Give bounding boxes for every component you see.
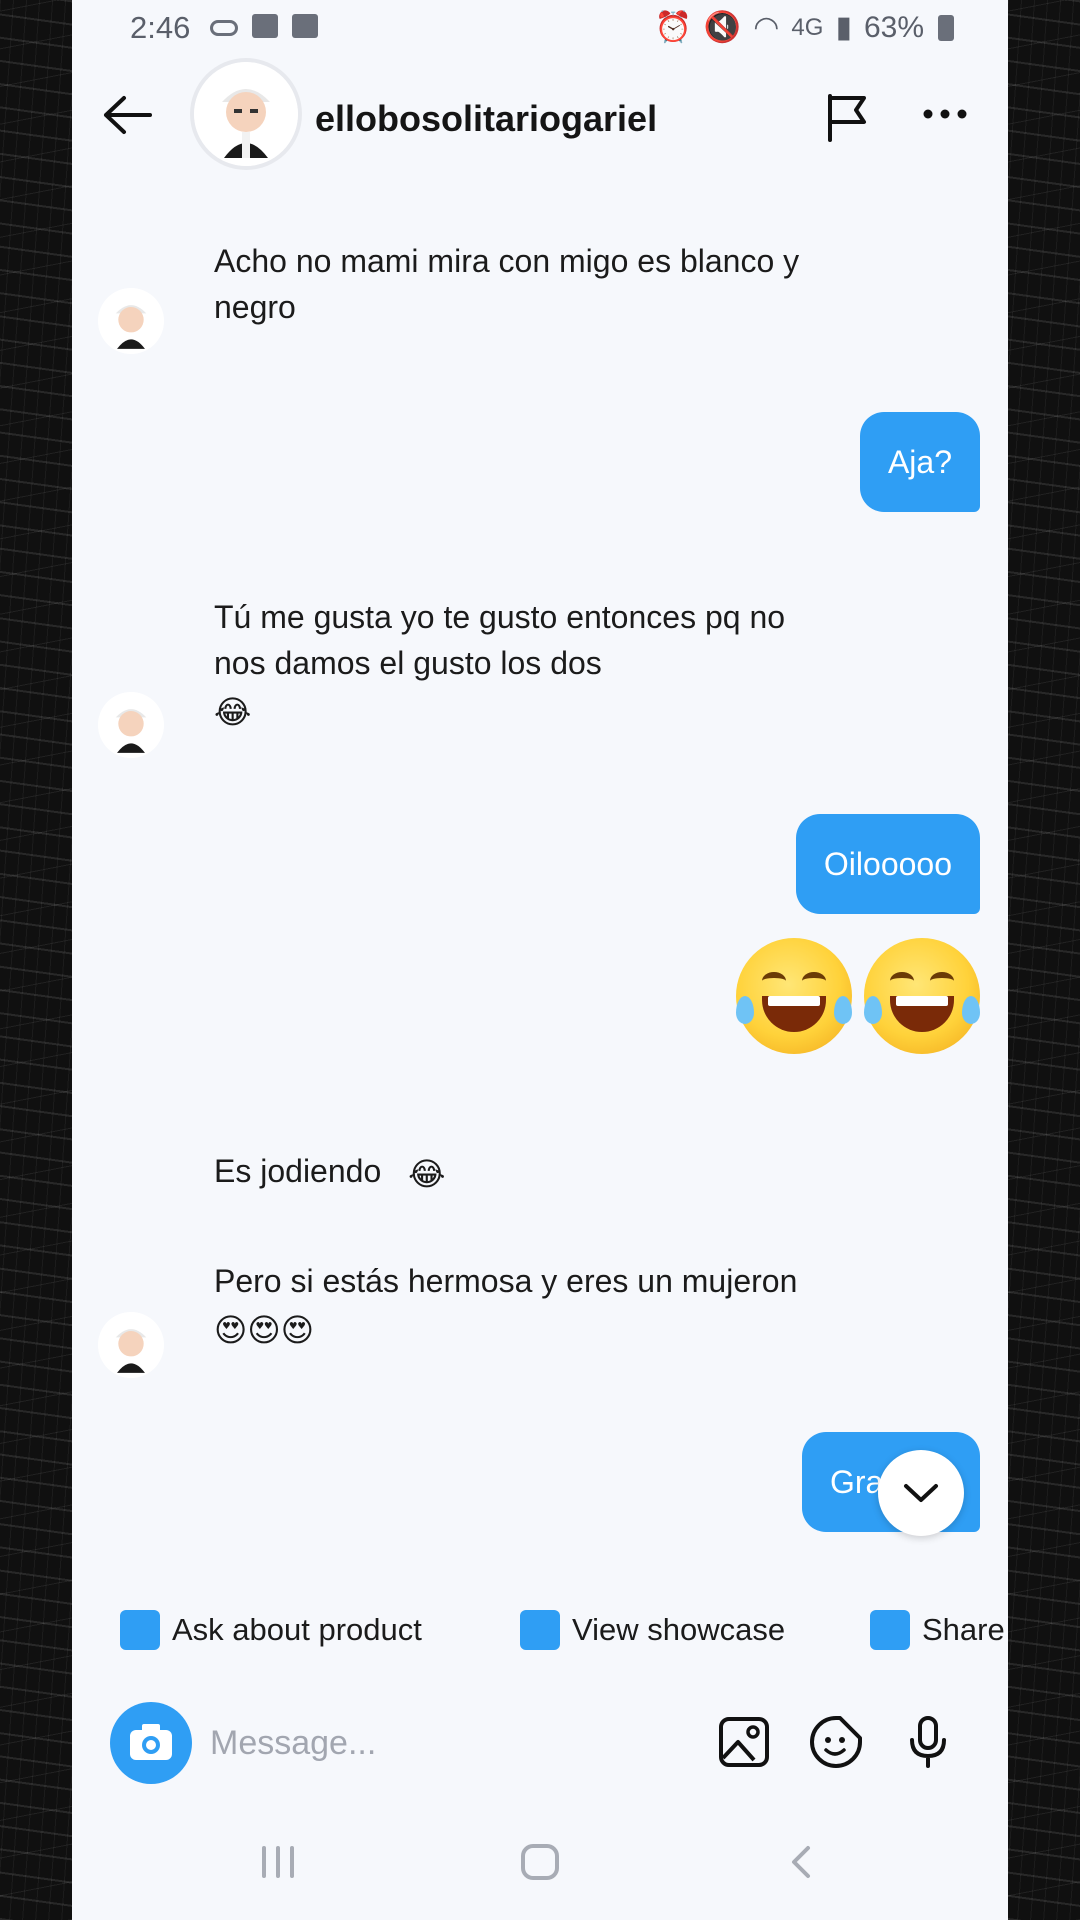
quick-action-label: Ask about product (172, 1612, 422, 1647)
microphone-icon[interactable] (900, 1714, 956, 1770)
folder-icon (252, 14, 278, 38)
voicemail-icon (210, 20, 238, 36)
message-incoming: Acho no mami mira con migo es blanco y n… (214, 238, 804, 330)
message-input[interactable]: Message... (210, 1724, 376, 1763)
quick-action-label: Share (922, 1612, 1005, 1647)
scroll-to-bottom-button[interactable] (878, 1450, 964, 1536)
status-bar: 2:46 ⏰ 🔇 ◠ 4G ▮ 63% (72, 0, 1008, 56)
more-options-icon[interactable] (920, 96, 970, 132)
recent-apps-icon[interactable] (258, 1840, 298, 1884)
sender-avatar (98, 692, 164, 758)
share-icon (870, 1610, 910, 1650)
phone-screen: 2:46 ⏰ 🔇 ◠ 4G ▮ 63% ellobosolitariogarie… (72, 0, 1008, 1920)
status-time: 2:46 (130, 10, 191, 45)
sticker-icon[interactable] (808, 1714, 864, 1770)
laughing-emoji (736, 938, 852, 1054)
signal-icon: ▮ (835, 11, 852, 44)
battery-icon (938, 14, 954, 41)
left-border-texture (0, 0, 72, 1920)
message-text: Oilooooo (823, 846, 952, 882)
ask-about-product-button[interactable]: Ask about product (120, 1610, 422, 1650)
laughing-emoji: 😂 (214, 693, 252, 730)
message-outgoing: Aja? (859, 412, 980, 512)
battery-percent: 63% (863, 10, 924, 44)
message-input-bar: Message... (72, 1700, 1008, 1790)
message-incoming: Tú me gusta yo te gusto entonces pq no n… (214, 594, 804, 735)
message-text: Tú me gusta yo te gusto entonces pq no n… (214, 599, 786, 681)
message-outgoing: Oilooooo (795, 814, 980, 914)
heart-eyes-emoji: 😍😍😍 (214, 1311, 315, 1348)
back-arrow-icon[interactable] (102, 94, 154, 136)
message-incoming: Es jodiendo 😂 (214, 1148, 804, 1197)
laughing-emoji: 😂 (408, 1155, 446, 1192)
system-back-icon[interactable] (786, 1840, 816, 1884)
sender-avatar (98, 288, 164, 354)
message-text: Gra (830, 1464, 884, 1500)
shopping-bag-icon (120, 1610, 160, 1650)
image-icon[interactable] (716, 1714, 772, 1770)
message-list[interactable]: Acho no mami mira con migo es blanco y n… (72, 182, 1008, 1562)
home-icon[interactable] (520, 1840, 560, 1884)
message-text: Acho no mami mira con migo es blanco y n… (214, 243, 800, 325)
network-type: 4G (791, 13, 824, 41)
camera-icon (130, 1724, 172, 1760)
message-text: Es jodiendo (214, 1153, 382, 1189)
camera-button[interactable] (110, 1702, 192, 1784)
laughing-emoji (864, 938, 980, 1054)
right-border-texture (1008, 0, 1080, 1920)
view-showcase-button[interactable]: View showcase (520, 1610, 785, 1650)
mute-icon: 🔇 (703, 11, 742, 44)
quick-actions-bar: Ask about product View showcase Share (72, 1598, 1008, 1662)
contact-username[interactable]: ellobosolitariogariel (315, 98, 657, 140)
chat-header: ellobosolitariogariel (72, 56, 1008, 182)
gallery-icon (292, 14, 318, 38)
message-incoming: Pero si estás hermosa y eres un mujeron … (214, 1258, 804, 1353)
contact-avatar[interactable] (194, 62, 298, 166)
quick-action-label: View showcase (572, 1612, 786, 1647)
message-text: Aja? (887, 444, 952, 480)
system-navigation-bar (72, 1830, 1008, 1900)
report-flag-icon[interactable] (824, 92, 872, 142)
wifi-icon: ◠ (753, 11, 780, 44)
store-icon (520, 1610, 560, 1650)
chevron-down-icon (904, 1484, 938, 1502)
share-button[interactable]: Share (870, 1610, 1005, 1650)
sender-avatar (98, 1312, 164, 1378)
message-outgoing-emoji (736, 938, 980, 1054)
message-text: Pero si estás hermosa y eres un mujeron (214, 1263, 798, 1299)
alarm-icon: ⏰ (654, 11, 692, 44)
